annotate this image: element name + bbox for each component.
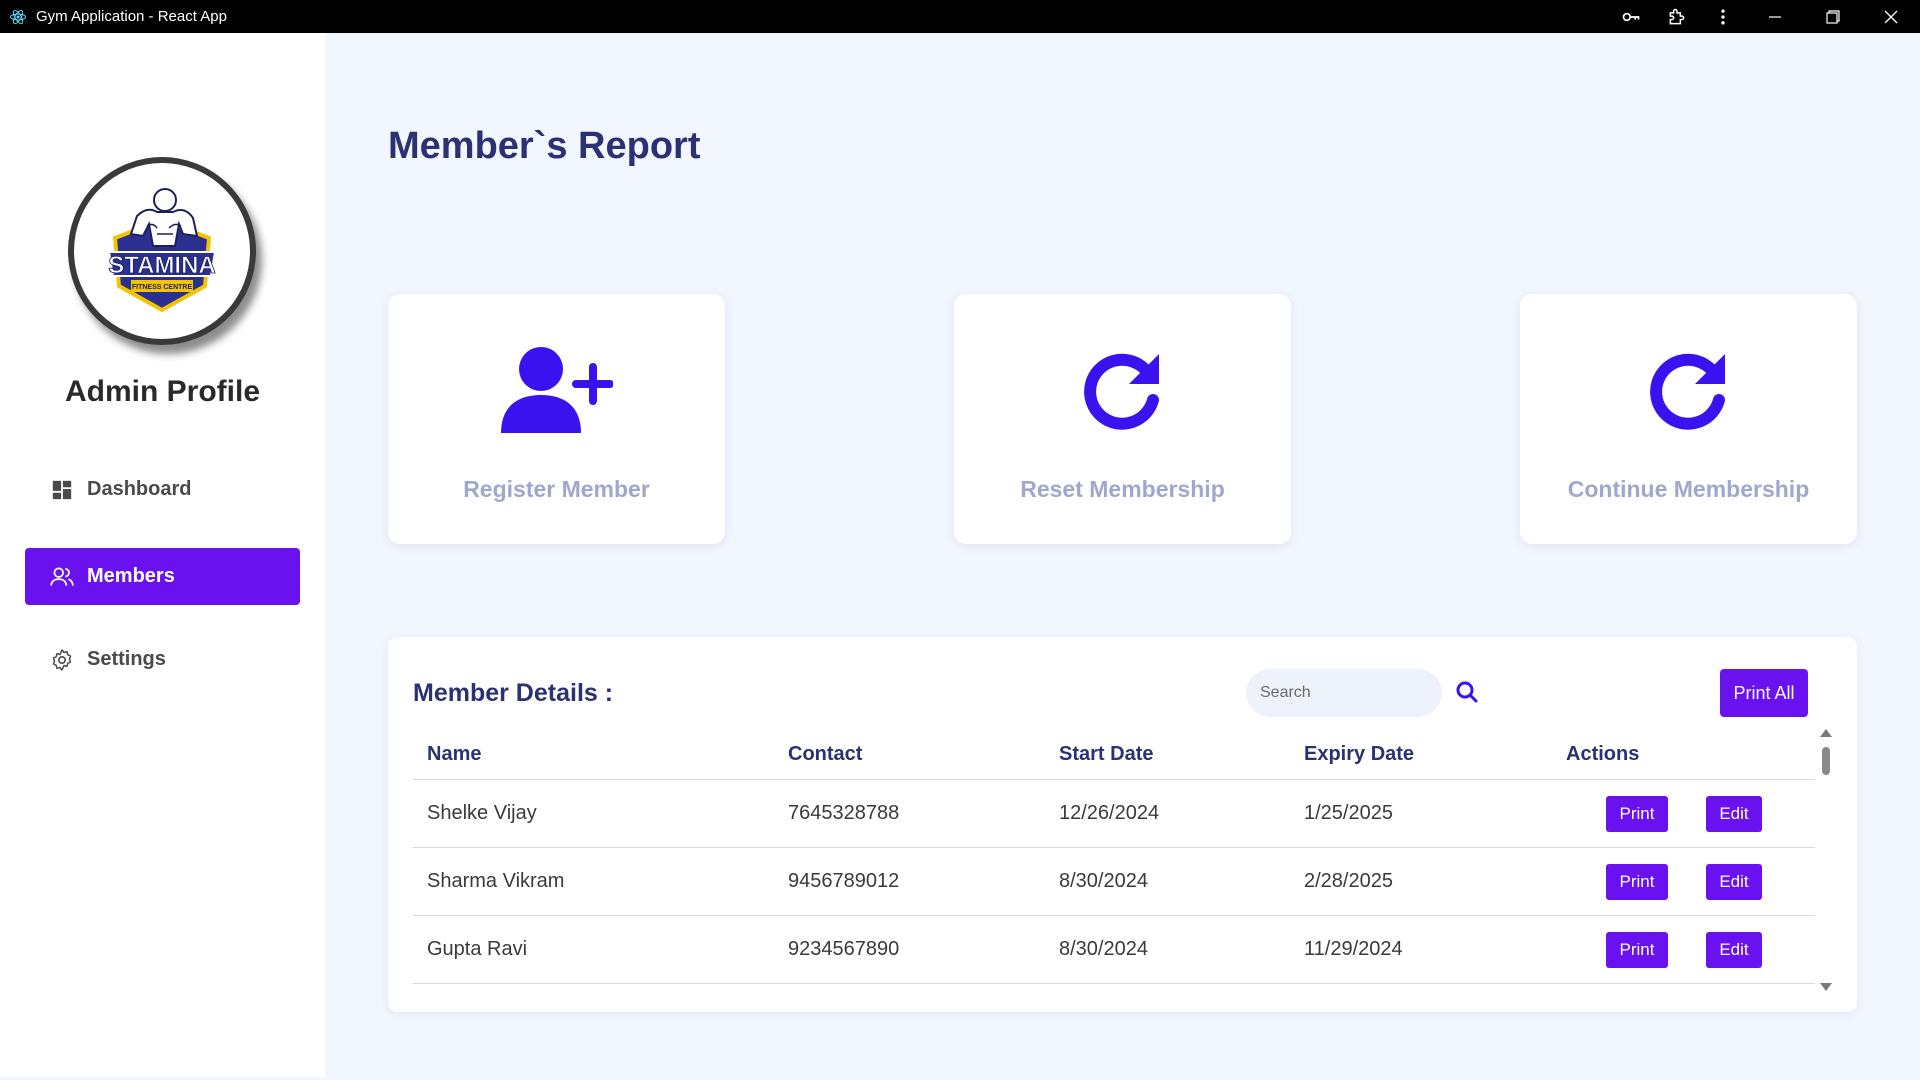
sidebar-item-label: Members bbox=[87, 565, 175, 587]
edit-button[interactable]: Edit bbox=[1706, 795, 1762, 832]
gym-logo: STAMINA FITNESS CENTRE bbox=[68, 157, 256, 345]
print-button[interactable]: Print bbox=[1606, 795, 1668, 832]
card-label: Reset Membership bbox=[1020, 476, 1225, 502]
member-name: Sharma Vikram bbox=[413, 847, 774, 916]
table-header-row: Name Contact Start Date Expiry Date Acti… bbox=[413, 729, 1815, 780]
member-name: Gupta Ravi bbox=[413, 915, 774, 984]
column-header-name: Name bbox=[413, 729, 774, 780]
extension-icon[interactable] bbox=[1654, 0, 1700, 33]
member-actions: Print Edit bbox=[1552, 847, 1815, 916]
edit-button[interactable]: Edit bbox=[1706, 931, 1762, 968]
restore-icon[interactable] bbox=[1804, 0, 1862, 33]
dashboard-icon bbox=[49, 477, 75, 503]
page-title: Member`s Report bbox=[388, 125, 701, 167]
profile-title: Admin Profile bbox=[64, 375, 260, 408]
sidebar: STAMINA FITNESS CENTRE Admin Profile Das… bbox=[0, 33, 325, 1077]
table-scrollbar[interactable] bbox=[1818, 729, 1834, 995]
member-expiry-date: 1/25/2025 bbox=[1290, 779, 1552, 848]
members-table: Name Contact Start Date Expiry Date Acti… bbox=[413, 729, 1815, 984]
member-expiry-date: 2/28/2025 bbox=[1290, 847, 1552, 916]
more-vert-icon[interactable] bbox=[1700, 0, 1746, 33]
member-start-date: 8/30/2024 bbox=[1045, 847, 1290, 916]
print-button[interactable]: Print bbox=[1606, 931, 1668, 968]
column-header-contact: Contact bbox=[774, 729, 1045, 780]
svg-text:FITNESS CENTRE: FITNESS CENTRE bbox=[132, 284, 193, 291]
scroll-up-arrow-icon[interactable] bbox=[1820, 729, 1832, 737]
sidebar-item-dashboard[interactable]: Dashboard bbox=[25, 461, 300, 518]
user-plus-icon bbox=[388, 340, 725, 440]
member-expiry-date: 11/29/2024 bbox=[1290, 915, 1552, 984]
column-header-expiry-date: Expiry Date bbox=[1290, 729, 1552, 780]
edit-button[interactable]: Edit bbox=[1706, 863, 1762, 900]
member-actions: Print Edit bbox=[1552, 915, 1815, 984]
card-label: Continue Membership bbox=[1567, 476, 1810, 502]
continue-membership-card[interactable]: Continue Membership bbox=[1520, 294, 1857, 544]
member-details-title: Member Details : bbox=[413, 679, 614, 707]
minimize-icon[interactable] bbox=[1746, 0, 1804, 33]
member-contact: 7645328788 bbox=[774, 779, 1045, 848]
print-button[interactable]: Print bbox=[1606, 863, 1668, 900]
close-icon[interactable] bbox=[1862, 0, 1920, 33]
scroll-thumb[interactable] bbox=[1822, 747, 1830, 775]
member-actions: Print Edit bbox=[1552, 779, 1815, 848]
redo-icon bbox=[954, 340, 1291, 440]
member-name: Shelke Vijay bbox=[413, 779, 774, 848]
search-icon[interactable] bbox=[1454, 679, 1480, 705]
sidebar-item-settings[interactable]: Settings bbox=[25, 631, 300, 688]
member-contact: 9234567890 bbox=[774, 915, 1045, 984]
window-titlebar: Gym Application - React App bbox=[0, 0, 1920, 33]
stamina-logo-image: STAMINA FITNESS CENTRE bbox=[107, 188, 217, 313]
column-header-start-date: Start Date bbox=[1045, 729, 1290, 780]
member-start-date: 12/26/2024 bbox=[1045, 779, 1290, 848]
sidebar-item-label: Dashboard bbox=[87, 478, 192, 500]
scroll-down-arrow-icon[interactable] bbox=[1820, 983, 1832, 991]
register-member-card[interactable]: Register Member bbox=[388, 294, 725, 544]
member-details-panel: Member Details : Print All Name Contact … bbox=[388, 637, 1857, 1012]
sidebar-item-members[interactable]: Members bbox=[25, 548, 300, 605]
table-row: Shelke Vijay 7645328788 12/26/2024 1/25/… bbox=[413, 779, 1815, 848]
search-input[interactable] bbox=[1246, 669, 1442, 717]
reset-membership-card[interactable]: Reset Membership bbox=[954, 294, 1291, 544]
member-contact: 9456789012 bbox=[774, 847, 1045, 916]
users-icon bbox=[49, 564, 75, 590]
gear-icon bbox=[49, 647, 75, 673]
table-row: Sharma Vikram 9456789012 8/30/2024 2/28/… bbox=[413, 847, 1815, 916]
column-header-actions: Actions bbox=[1552, 729, 1815, 780]
window-title: Gym Application - React App bbox=[36, 8, 227, 25]
key-icon[interactable] bbox=[1608, 0, 1654, 33]
react-icon bbox=[8, 7, 28, 27]
member-start-date: 8/30/2024 bbox=[1045, 915, 1290, 984]
redo-icon bbox=[1520, 340, 1857, 440]
svg-text:STAMINA: STAMINA bbox=[108, 252, 216, 279]
sidebar-item-label: Settings bbox=[87, 648, 166, 670]
print-all-button[interactable]: Print All bbox=[1720, 669, 1808, 717]
card-label: Register Member bbox=[463, 476, 650, 502]
table-row: Gupta Ravi 9234567890 8/30/2024 11/29/20… bbox=[413, 915, 1815, 984]
